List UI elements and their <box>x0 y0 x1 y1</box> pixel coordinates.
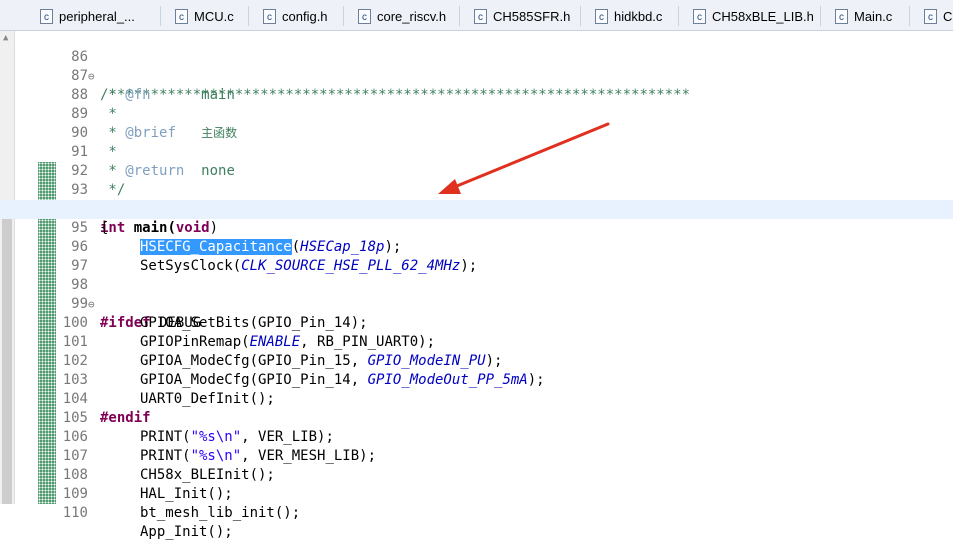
code-line[interactable]: 100 GPIOPinRemap(ENABLE, RB_PIN_UART0); <box>0 295 953 350</box>
code-line[interactable]: 96 SetSysClock(CLK_SOURCE_HSE_PLL_62_4MH… <box>0 219 953 274</box>
c-file-icon: c <box>358 8 371 24</box>
tab-separator <box>820 6 821 26</box>
c-file-icon: c <box>693 8 706 24</box>
tab-core-riscv-h[interactable]: c core_riscv.h <box>358 4 446 28</box>
code-line[interactable]: 102 GPIOA_ModeCfg(GPIO_Pin_14, GPIO_Mode… <box>0 333 953 388</box>
c-file-icon: c <box>595 8 608 24</box>
code-line[interactable]: 104 #endif <box>0 371 953 426</box>
tab-hidkbd-c[interactable]: c hidkbd.c <box>595 4 662 28</box>
c-file-icon: c <box>263 8 276 24</box>
code-text: App_Init(); <box>140 524 233 540</box>
code-line[interactable]: 92 */ <box>0 143 953 198</box>
code-line[interactable]: 94 { <box>0 181 953 236</box>
code-line[interactable]: 87 * @fn main <box>0 48 953 103</box>
code-line[interactable]: 101 GPIOA_ModeCfg(GPIO_Pin_15, GPIO_Mode… <box>0 314 953 369</box>
tab-mcu-c[interactable]: c MCU.c <box>175 4 234 28</box>
tab-label: peripheral_... <box>59 8 135 24</box>
code-line[interactable]: 110 App_Init(); <box>0 485 953 540</box>
code-text: bt_mesh_lib_init(); <box>140 505 301 521</box>
tab-separator <box>909 6 910 26</box>
c-file-icon: c <box>924 8 937 24</box>
c-file-icon: c <box>175 8 188 24</box>
tab-separator <box>160 6 161 26</box>
tab-separator <box>580 6 581 26</box>
tab-label: Ch <box>943 8 953 24</box>
code-line[interactable]: 107 CH58x_BLEInit(); <box>0 428 953 483</box>
code-line[interactable]: 109 bt_mesh_lib_init(); <box>0 466 953 521</box>
code-line[interactable]: 106 PRINT("%s\n", VER_MESH_LIB); <box>0 409 953 464</box>
tab-separator <box>678 6 679 26</box>
code-line[interactable]: 98 ⊖ #ifdef DEBUG <box>0 257 953 331</box>
tab-separator <box>459 6 460 26</box>
tab-label: hidkbd.c <box>614 8 663 24</box>
code-line[interactable]: 90 * <box>0 105 953 160</box>
code-line[interactable]: 88 * <box>0 67 953 122</box>
code-line[interactable]: 103 UART0_DefInit(); <box>0 352 953 407</box>
code-line[interactable]: 105 PRINT("%s\n", VER_LIB); <box>0 390 953 445</box>
tab-ch58xble-lib-h[interactable]: c CH58xBLE_LIB.h <box>693 4 814 28</box>
code-line[interactable]: 99 GPIOA_SetBits(GPIO_Pin_14); <box>0 276 953 331</box>
c-file-icon: c <box>474 8 487 24</box>
tab-overflow[interactable]: c Ch <box>924 4 953 28</box>
tab-config-h[interactable]: c config.h <box>263 4 328 28</box>
tab-separator <box>248 6 249 26</box>
tab-separator <box>343 6 344 26</box>
tab-ch585sfr-h[interactable]: c CH585SFR.h <box>474 4 570 28</box>
c-file-icon: c <box>40 8 53 24</box>
c-file-icon: c <box>835 8 848 24</box>
tab-label: CH585SFR.h <box>493 8 571 24</box>
code-line[interactable]: 93 ⊖ int main(void) <box>0 162 953 236</box>
code-line[interactable]: 91 * @return none <box>0 124 953 179</box>
tab-peripheral[interactable]: c peripheral_... <box>40 4 135 28</box>
tab-label: Main.c <box>854 8 893 24</box>
code-line-current[interactable]: 95 HSECFG_Capacitance(HSECap_18p); <box>0 200 953 255</box>
tab-label: config.h <box>282 8 328 24</box>
editor-tab-bar: c peripheral_... c MCU.c c config.h c core_r… <box>0 0 953 31</box>
code-line[interactable]: 86 ⊖ /**********************************… <box>0 29 953 103</box>
code-line[interactable]: 97 <box>0 238 953 274</box>
tab-main-c[interactable]: c Main.c <box>835 4 892 28</box>
line-number: 110 <box>62 505 88 521</box>
tab-label: MCU.c <box>194 8 234 24</box>
code-line[interactable]: 108 HAL_Init(); <box>0 447 953 502</box>
tab-label: CH58xBLE_LIB.h <box>712 8 814 24</box>
tab-label: core_riscv.h <box>377 8 447 24</box>
code-line[interactable]: 89 * @brief 主函数 <box>0 86 953 141</box>
